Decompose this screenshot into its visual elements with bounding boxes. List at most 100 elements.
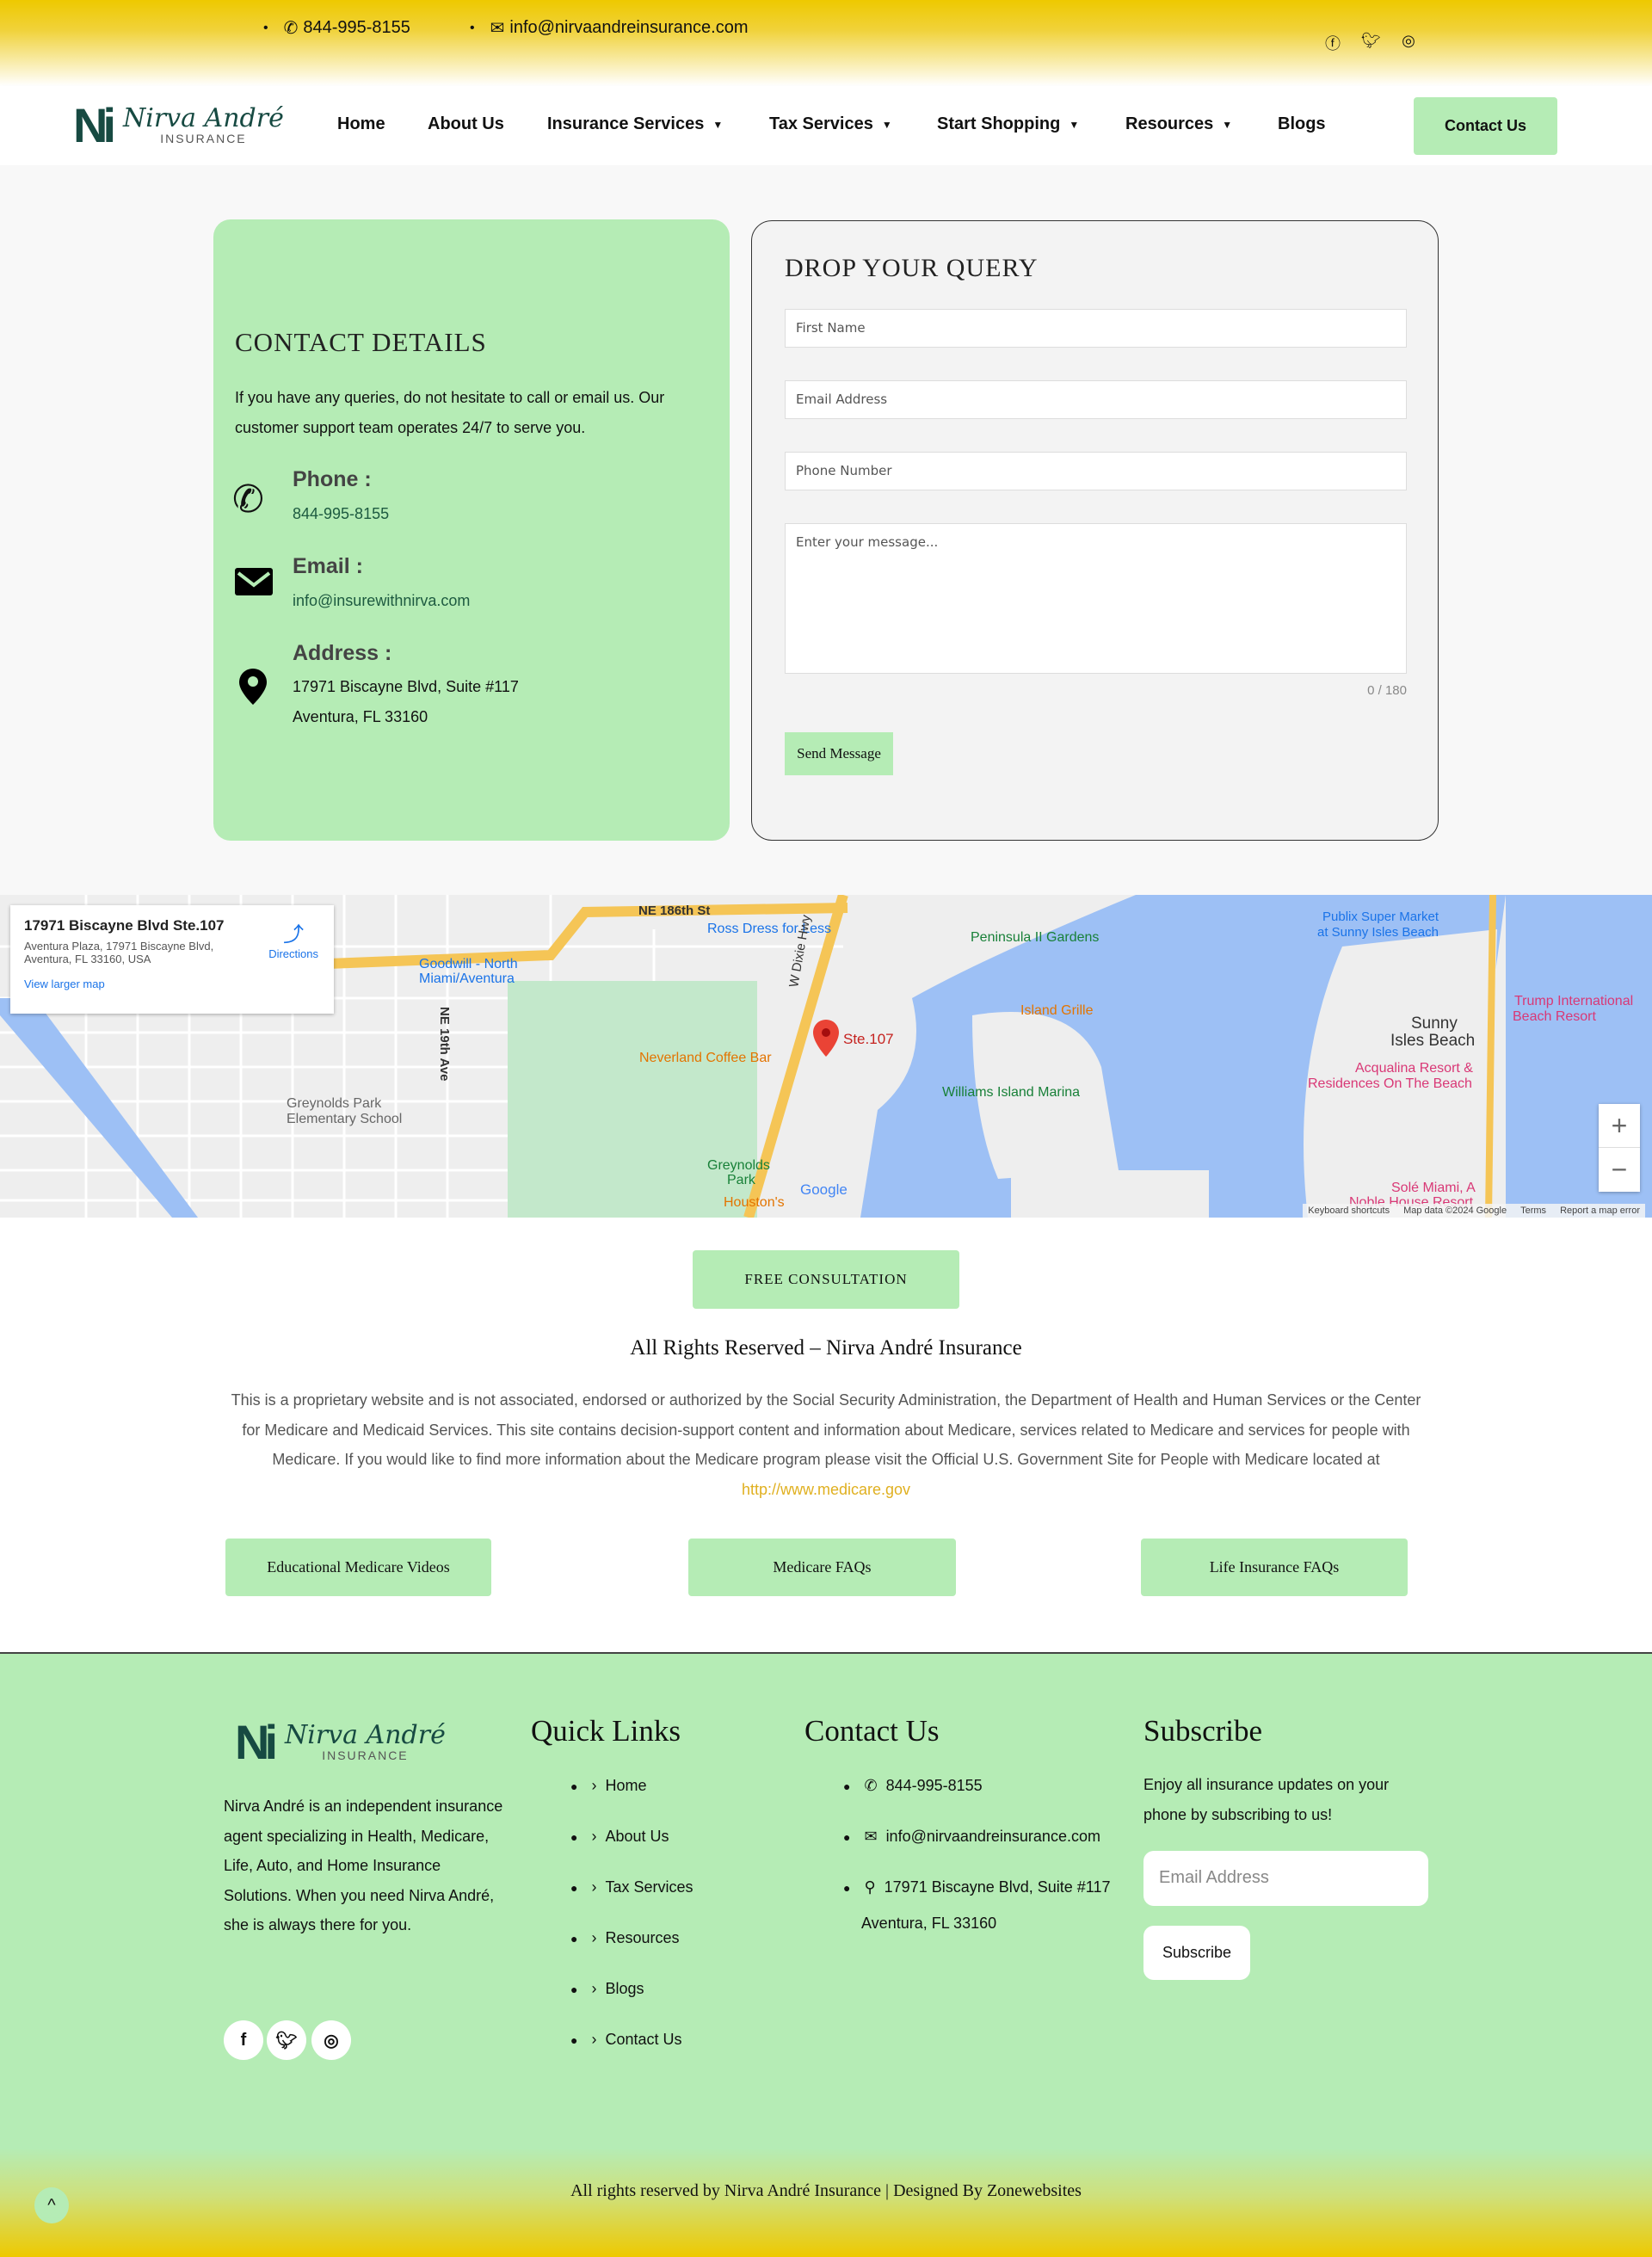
svg-text:Acqualina Resort &: Acqualina Resort & bbox=[1355, 1061, 1473, 1076]
subscribe-button[interactable]: Subscribe bbox=[1143, 1926, 1250, 1980]
footer-address: ● ⚲ 17971 Biscayne Blvd, Suite #117 bbox=[843, 1878, 1111, 1896]
email-value[interactable]: info@insurewithnirva.com bbox=[293, 592, 470, 610]
subscribe-email-input[interactable]: Email Address bbox=[1143, 1851, 1428, 1906]
contact-intro: If you have any queries, do not hesitate… bbox=[235, 389, 665, 436]
contact-details-card: CONTACT DETAILS If you have any queries,… bbox=[213, 219, 730, 841]
address-label: Address : bbox=[293, 641, 392, 665]
map-zoom-controls: + − bbox=[1599, 1104, 1640, 1192]
educational-videos-button[interactable]: Educational Medicare Videos bbox=[225, 1539, 491, 1596]
footer-phone[interactable]: ● ✆ 844-995-8155 bbox=[843, 1777, 983, 1795]
copyright: All rights reserved by Nirva André Insur… bbox=[570, 2181, 1082, 2200]
footer-link-tax[interactable]: ● › Tax Services bbox=[570, 1878, 693, 1896]
rights-heading: All Rights Reserved – Nirva André Insura… bbox=[630, 1336, 1022, 1360]
caret-down-icon: ▼ bbox=[1222, 118, 1233, 131]
message-textarea[interactable]: Enter your message... bbox=[785, 523, 1407, 674]
footer-contact-title: Contact Us bbox=[804, 1714, 940, 1748]
footer-link-resources[interactable]: ● › Resources bbox=[570, 1929, 680, 1947]
svg-text:Park: Park bbox=[727, 1173, 756, 1187]
facebook-icon[interactable]: f bbox=[224, 2020, 263, 2060]
query-form-card: DROP YOUR QUERY First Name Email Address… bbox=[751, 220, 1439, 841]
zoom-in-button[interactable]: + bbox=[1599, 1104, 1640, 1148]
svg-text:Solé Miami, A: Solé Miami, A bbox=[1391, 1181, 1476, 1195]
topbar-email[interactable]: ✉info@nirvaandreinsurance.com bbox=[470, 17, 749, 39]
svg-text:Miami/Aventura: Miami/Aventura bbox=[419, 971, 515, 986]
phone-value[interactable]: 844-995-8155 bbox=[293, 505, 389, 523]
footer-logo[interactable]: Ni Nirva André INSURANCE bbox=[235, 1718, 446, 1767]
nav-start-shopping[interactable]: Start Shopping ▼ bbox=[937, 114, 1079, 134]
svg-text:Beach Resort: Beach Resort bbox=[1513, 1009, 1596, 1024]
directions-icon: ⤴ bbox=[283, 923, 305, 947]
svg-text:Google: Google bbox=[800, 1181, 848, 1198]
chevron-right-icon: › bbox=[591, 1828, 597, 1845]
char-counter: 0 / 180 bbox=[1367, 683, 1407, 698]
phone-icon: ✆ bbox=[232, 478, 264, 521]
subscribe-text: Enjoy all insurance updates on your phon… bbox=[1143, 1776, 1390, 1823]
footer-link-contact[interactable]: ● › Contact Us bbox=[570, 2031, 682, 2049]
medicare-link[interactable]: http://www.medicare.gov bbox=[742, 1481, 910, 1498]
view-larger-map-link[interactable]: View larger map bbox=[24, 977, 320, 990]
footer-email[interactable]: ● ✉ info@nirvaandreinsurance.com bbox=[843, 1828, 1100, 1846]
main-nav: Ni Nirva André INSURANCE Home About Us In… bbox=[0, 86, 1652, 165]
caret-down-icon: ▼ bbox=[712, 118, 724, 131]
location-marker-icon[interactable]: Ste.107 bbox=[813, 1020, 894, 1057]
medicare-faqs-button[interactable]: Medicare FAQs bbox=[688, 1539, 956, 1596]
chevron-right-icon: › bbox=[591, 1777, 597, 1794]
send-message-button[interactable]: Send Message bbox=[785, 732, 893, 775]
envelope-icon: ✉ bbox=[490, 19, 505, 38]
svg-text:Peninsula II Gardens: Peninsula II Gardens bbox=[971, 930, 1099, 945]
email-input[interactable]: Email Address bbox=[785, 380, 1407, 419]
logo[interactable]: Ni Nirva André INSURANCE bbox=[73, 102, 284, 150]
nav-tax-services[interactable]: Tax Services ▼ bbox=[769, 114, 892, 134]
footer: Ni Nirva André INSURANCE Nirva André is a… bbox=[0, 1652, 1652, 2257]
chevron-right-icon: › bbox=[591, 1929, 597, 1946]
instagram-icon[interactable]: ◎ bbox=[1399, 32, 1418, 50]
address-line1: 17971 Biscayne Blvd, Suite #117 bbox=[293, 678, 519, 695]
twitter-icon[interactable]: 🐦︎ bbox=[1361, 32, 1381, 50]
footer-link-blogs[interactable]: ● › Blogs bbox=[570, 1980, 644, 1998]
svg-text:Greynolds: Greynolds bbox=[707, 1158, 770, 1173]
svg-text:Greynolds Park: Greynolds Park bbox=[287, 1096, 382, 1111]
location-pin-icon bbox=[239, 669, 267, 705]
chevron-up-icon: ^ bbox=[47, 2195, 56, 2215]
svg-text:Island Grille: Island Grille bbox=[1020, 1003, 1094, 1018]
nav-resources[interactable]: Resources ▼ bbox=[1125, 114, 1232, 134]
subscribe-title: Subscribe bbox=[1143, 1714, 1263, 1748]
svg-text:Isles Beach: Isles Beach bbox=[1390, 1032, 1475, 1050]
facebook-icon[interactable]: ⓕ bbox=[1323, 32, 1342, 54]
nav-about-us[interactable]: About Us bbox=[428, 114, 504, 134]
svg-text:Ross Dress for Less: Ross Dress for Less bbox=[707, 922, 831, 936]
address-line2: Aventura, FL 33160 bbox=[293, 708, 428, 725]
contact-us-button[interactable]: Contact Us bbox=[1414, 97, 1557, 155]
footer-link-about[interactable]: ● › About Us bbox=[570, 1828, 669, 1846]
free-consultation-button[interactable]: FREE CONSULTATION bbox=[693, 1250, 959, 1309]
svg-text:Houston's: Houston's bbox=[724, 1195, 785, 1210]
location-pin-icon: ⚲ bbox=[864, 1878, 876, 1896]
scroll-to-top-button[interactable]: ^ bbox=[34, 2187, 69, 2223]
footer-link-home[interactable]: ● › Home bbox=[570, 1777, 646, 1795]
svg-text:Neverland Coffee Bar: Neverland Coffee Bar bbox=[639, 1051, 772, 1065]
zoom-out-button[interactable]: − bbox=[1599, 1148, 1640, 1192]
phone-input[interactable]: Phone Number bbox=[785, 452, 1407, 490]
svg-text:Goodwill - North: Goodwill - North bbox=[419, 957, 518, 971]
life-insurance-faqs-button[interactable]: Life Insurance FAQs bbox=[1141, 1539, 1408, 1596]
chevron-right-icon: › bbox=[591, 2031, 597, 2048]
topbar-phone[interactable]: ✆844-995-8155 bbox=[263, 17, 410, 39]
svg-text:NE 186th St: NE 186th St bbox=[638, 903, 710, 918]
canal bbox=[0, 998, 198, 1218]
svg-text:Elementary School: Elementary School bbox=[287, 1112, 402, 1126]
phone-icon: ✆ bbox=[283, 19, 299, 38]
envelope-icon: ✉ bbox=[864, 1828, 878, 1845]
phone-label: Phone : bbox=[293, 467, 372, 491]
nav-blogs[interactable]: Blogs bbox=[1278, 114, 1326, 134]
first-name-input[interactable]: First Name bbox=[785, 309, 1407, 348]
nav-insurance-services[interactable]: Insurance Services ▼ bbox=[547, 114, 723, 134]
chevron-right-icon: › bbox=[591, 1980, 597, 1997]
chevron-right-icon: › bbox=[591, 1878, 597, 1896]
caret-down-icon: ▼ bbox=[1069, 118, 1080, 131]
directions-button[interactable]: ⤴ Directions bbox=[268, 917, 318, 960]
twitter-icon[interactable]: 🐦︎ bbox=[267, 2020, 306, 2060]
google-map[interactable]: NE 186th St Ross Dress for Less Goodwill… bbox=[0, 895, 1652, 1218]
svg-text:Publix Super Market: Publix Super Market bbox=[1322, 910, 1439, 924]
nav-home[interactable]: Home bbox=[337, 114, 385, 134]
instagram-icon[interactable]: ◎ bbox=[311, 2020, 351, 2060]
